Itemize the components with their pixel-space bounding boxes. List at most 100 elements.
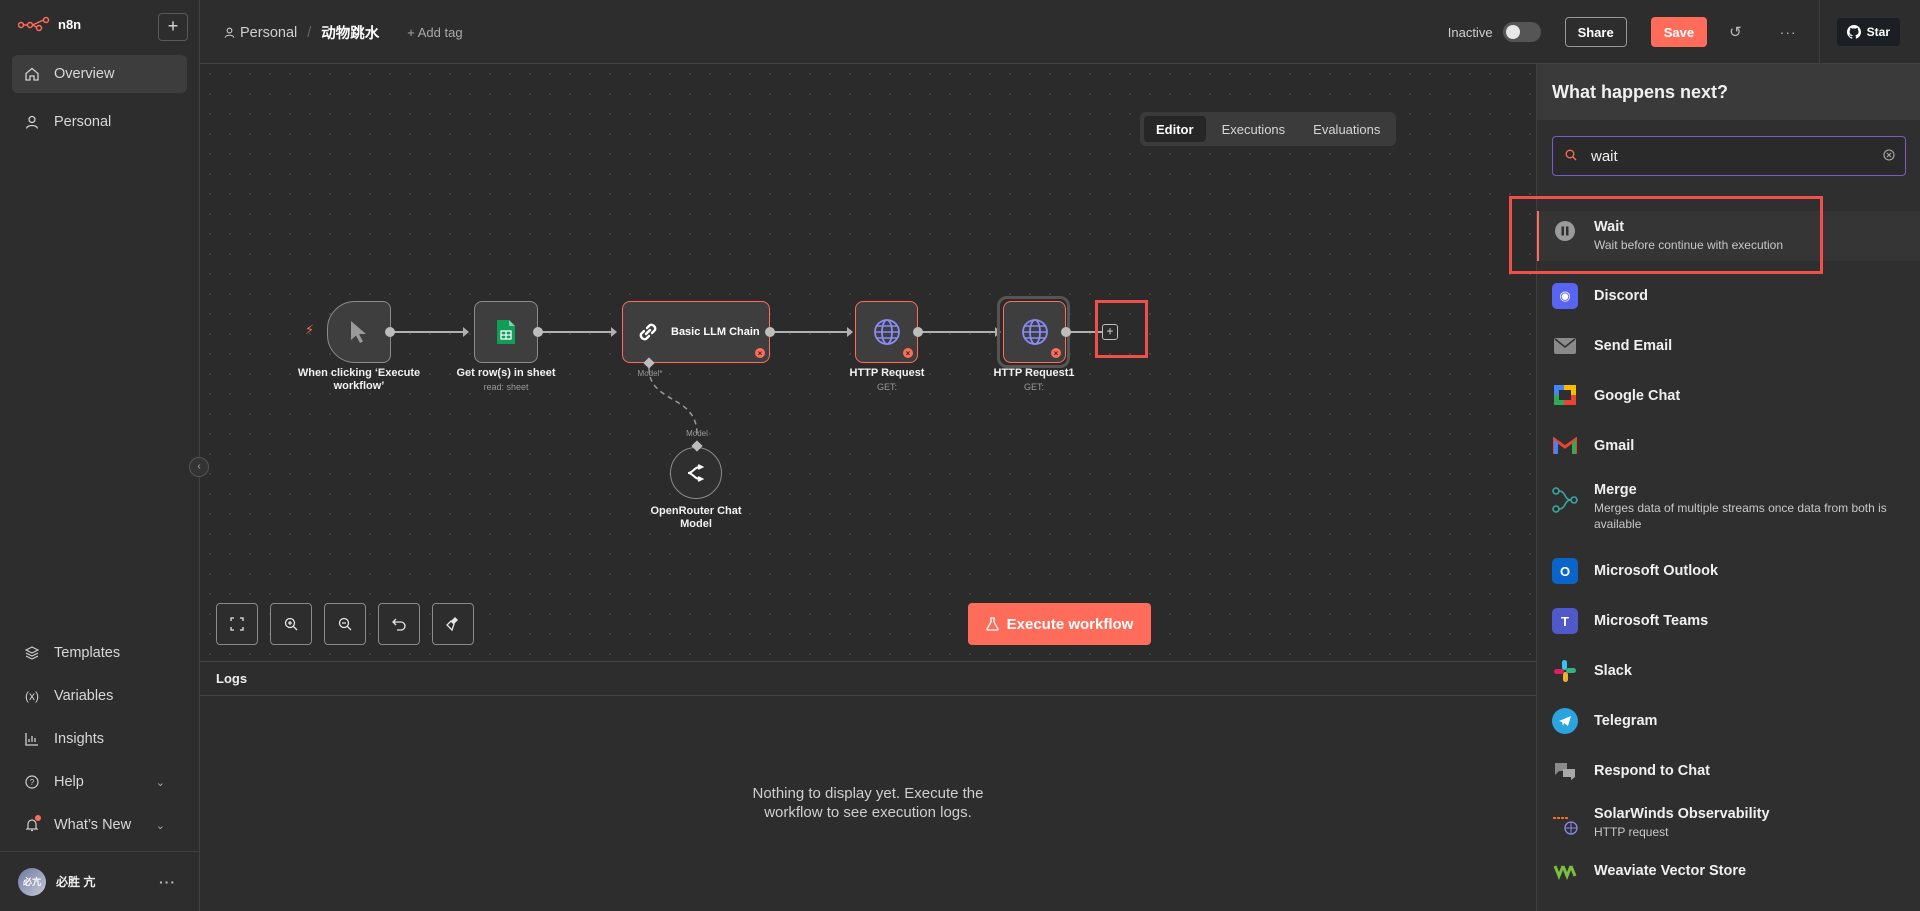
item-title: Microsoft Outlook xyxy=(1594,563,1719,579)
fit-view-button[interactable] xyxy=(216,603,258,645)
gmail-icon xyxy=(1552,433,1578,459)
list-item-telegram[interactable]: Telegram xyxy=(1537,708,1920,734)
item-title: Respond to Chat xyxy=(1594,763,1710,779)
logs-empty-message: Nothing to display yet. Execute the work… xyxy=(200,784,1536,822)
item-desc: Wait before continue with execution xyxy=(1594,238,1783,252)
list-item-gmail[interactable]: Gmail xyxy=(1537,433,1920,459)
zoom-in-button[interactable] xyxy=(270,603,312,645)
workflow-canvas[interactable]: Editor Executions Evaluations ⚡ When cli… xyxy=(200,64,1536,661)
project-link[interactable]: Personal xyxy=(240,25,297,41)
collapse-sidebar-button[interactable]: ‹ xyxy=(189,457,209,477)
sidebar-item-whats-new[interactable]: What’s New ⌄ xyxy=(12,806,187,844)
output-handle[interactable] xyxy=(1061,327,1071,337)
list-item-google-chat[interactable]: Google Chat xyxy=(1537,383,1920,409)
node-http-request[interactable]: × xyxy=(855,301,918,363)
more-icon[interactable]: ··· xyxy=(1780,24,1797,40)
sidebar-item-insights[interactable]: Insights xyxy=(12,720,187,758)
node-manual-trigger[interactable] xyxy=(327,301,391,363)
history-icon[interactable]: ↺ xyxy=(1729,23,1742,41)
output-handle[interactable] xyxy=(385,327,395,337)
list-item-slack[interactable]: Slack xyxy=(1537,658,1920,684)
fit-view-icon xyxy=(230,617,244,631)
sidebar-item-help[interactable]: ? Help ⌄ xyxy=(12,763,187,801)
search-value: wait xyxy=(1591,147,1618,165)
tidy-up-button[interactable] xyxy=(432,603,474,645)
chat-bubbles-icon xyxy=(1552,758,1578,784)
divider xyxy=(200,695,1536,696)
globe-icon xyxy=(1021,319,1048,345)
telegram-icon xyxy=(1552,708,1578,734)
connection xyxy=(918,331,998,333)
google-sheets-icon xyxy=(497,320,515,344)
search-icon xyxy=(1565,149,1577,164)
model-connection xyxy=(648,367,698,435)
workflow-name[interactable]: 动物跳水 xyxy=(321,22,379,43)
logs-title[interactable]: Logs xyxy=(216,671,247,686)
item-title: Slack xyxy=(1594,663,1632,679)
item-title: Wait xyxy=(1594,219,1625,235)
user-menu[interactable]: 必亢 必胜 亢 ··· xyxy=(0,851,200,911)
home-icon xyxy=(24,66,40,82)
active-toggle[interactable] xyxy=(1502,22,1541,42)
list-item-wait[interactable]: Wait Wait before continue with execution xyxy=(1537,211,1920,261)
clear-search-icon[interactable] xyxy=(1883,148,1895,164)
sidebar-item-personal[interactable]: Personal xyxy=(12,103,187,141)
tab-editor[interactable]: Editor xyxy=(1144,116,1206,142)
outlook-icon: O xyxy=(1552,558,1578,584)
connection xyxy=(770,331,850,333)
sidebar-item-label: What’s New xyxy=(54,817,132,833)
sidebar-item-variables[interactable]: (x) Variables xyxy=(12,677,187,715)
create-new-button[interactable]: + xyxy=(158,13,188,41)
list-item-microsoft-outlook[interactable]: O Microsoft Outlook xyxy=(1537,558,1920,584)
chevron-down-icon: ⌄ xyxy=(155,819,165,832)
sidebar-item-overview[interactable]: Overview xyxy=(12,55,187,93)
link-chain-icon xyxy=(639,323,657,341)
output-handle[interactable] xyxy=(533,327,543,337)
openrouter-icon xyxy=(687,464,705,482)
node-basic-llm-chain[interactable]: Basic LLM Chain × xyxy=(622,301,770,363)
sidebar-item-label: Help xyxy=(54,774,84,790)
panel-title: What happens next? xyxy=(1537,64,1920,120)
sidebar-item-templates[interactable]: Templates xyxy=(12,634,187,672)
add-tag-button[interactable]: + Add tag xyxy=(407,25,462,40)
header: Personal / 动物跳水 + Add tag Inactive Share… xyxy=(200,0,1920,64)
tab-evaluations[interactable]: Evaluations xyxy=(1301,116,1392,142)
n8n-logo[interactable]: n8n xyxy=(18,16,81,32)
node-http-request-1[interactable]: × xyxy=(1003,301,1066,363)
bell-icon xyxy=(24,815,41,833)
output-handle[interactable] xyxy=(913,327,923,337)
flask-icon xyxy=(985,617,999,631)
node-google-sheets[interactable] xyxy=(474,301,538,363)
more-icon[interactable]: ··· xyxy=(159,874,176,890)
tab-executions[interactable]: Executions xyxy=(1210,116,1298,142)
node-label: Basic LLM Chain xyxy=(671,326,760,338)
connection xyxy=(538,331,614,333)
undo-icon xyxy=(392,618,406,631)
list-item-discord[interactable]: ◉ Discord xyxy=(1537,283,1920,309)
item-title: Merge xyxy=(1594,482,1637,498)
solarwinds-icon xyxy=(1552,809,1578,835)
undo-button[interactable] xyxy=(378,603,420,645)
node-search-input[interactable]: wait xyxy=(1552,136,1906,176)
github-star-button[interactable]: Star xyxy=(1836,18,1900,46)
node-label: HTTP Request1 xyxy=(993,367,1075,379)
node-openrouter-chat-model[interactable] xyxy=(670,447,722,499)
chevron-down-icon: ⌄ xyxy=(155,776,165,789)
list-item-merge[interactable]: Merge Merges data of multiple streams onc… xyxy=(1537,481,1920,532)
save-button[interactable]: Save xyxy=(1650,17,1708,47)
model-port-label: Model xyxy=(686,429,708,438)
cursor-icon xyxy=(351,321,366,343)
zoom-out-button[interactable] xyxy=(324,603,366,645)
output-handle[interactable] xyxy=(765,327,775,337)
list-item-solarwinds[interactable]: SolarWinds Observability HTTP request xyxy=(1537,805,1920,840)
list-item-respond-to-chat[interactable]: Respond to Chat xyxy=(1537,758,1920,784)
list-item-send-email[interactable]: Send Email xyxy=(1537,333,1920,359)
execute-workflow-button[interactable]: Execute workflow xyxy=(968,603,1151,645)
connection-arrow xyxy=(847,327,853,337)
n8n-logo-icon xyxy=(18,16,50,32)
add-node-button[interactable]: + xyxy=(1102,324,1118,340)
list-item-microsoft-teams[interactable]: T Microsoft Teams xyxy=(1537,608,1920,634)
templates-icon xyxy=(24,645,40,661)
share-button[interactable]: Share xyxy=(1564,17,1627,47)
list-item-weaviate[interactable]: Weaviate Vector Store xyxy=(1537,858,1920,884)
